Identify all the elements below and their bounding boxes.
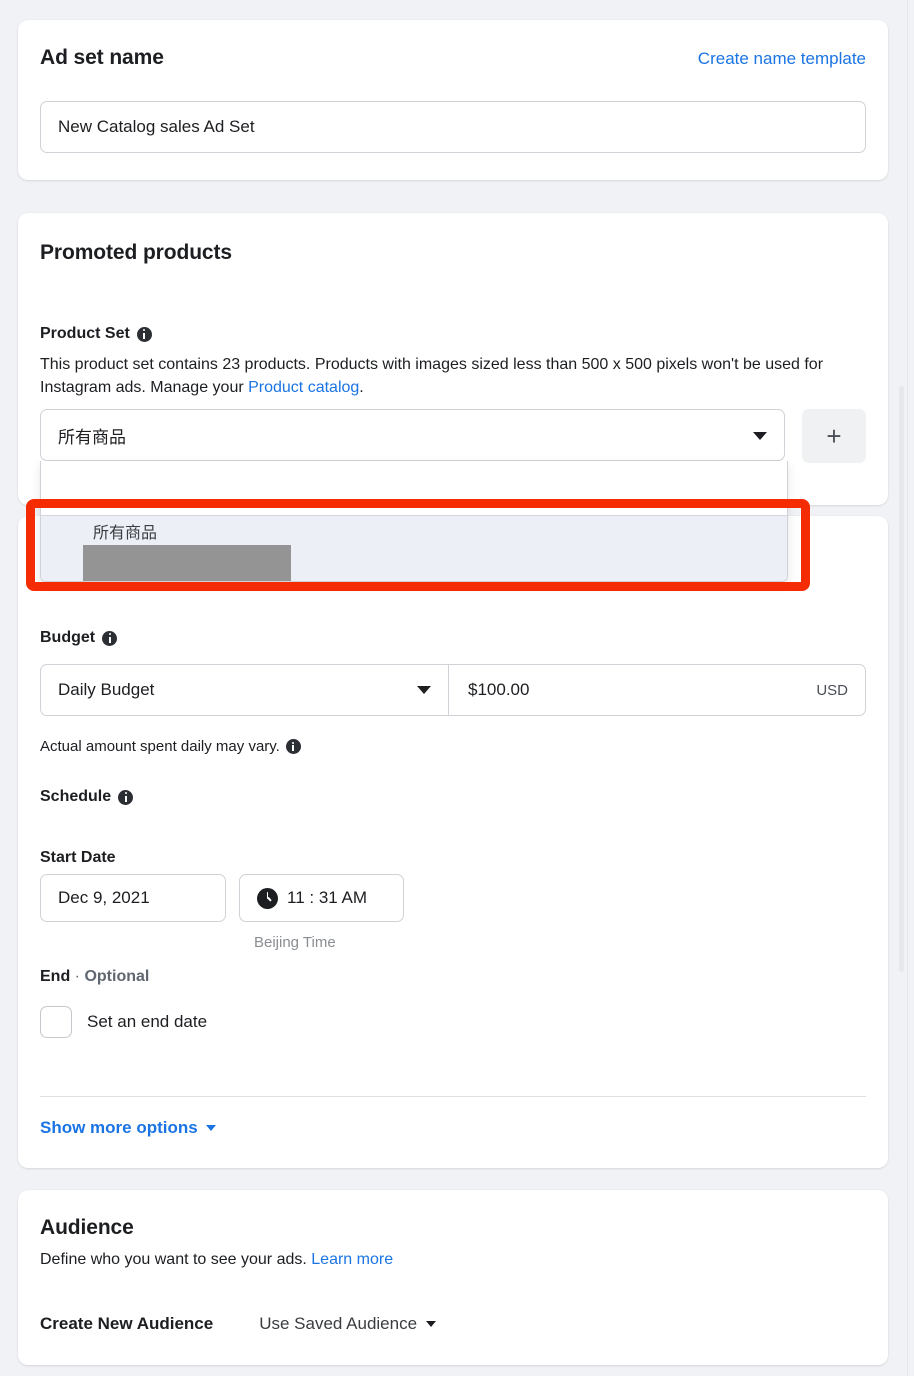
budget-label-row: Budget [40, 629, 117, 647]
audience-card: Audience Define who you want to see your… [18, 1190, 888, 1365]
ad-set-name-header: Ad set name Create name template [40, 46, 866, 70]
end-label-separator: · [75, 968, 80, 985]
product-catalog-link[interactable]: Product catalog [248, 379, 359, 396]
product-set-label-row: Product Set [40, 325, 152, 343]
product-set-description-text-2: . [359, 379, 363, 396]
budget-type-value: Daily Budget [58, 680, 154, 700]
end-optional-label: Optional [84, 968, 149, 985]
create-name-template-link[interactable]: Create name template [698, 49, 866, 69]
page-scrollbar-track[interactable] [907, 0, 914, 1376]
clock-icon [257, 888, 278, 909]
product-set-dropdown-option[interactable]: 所有商品 [41, 515, 787, 581]
start-time-field[interactable]: 11 : 31 AM [239, 874, 404, 922]
product-set-selected-value: 所有商品 [58, 423, 126, 448]
product-set-description: This product set contains 23 products. P… [40, 353, 866, 399]
product-set-dropdown-menu[interactable]: 所有商品 [40, 461, 788, 582]
audience-description-text: Define who you want to see your ads. [40, 1251, 307, 1268]
budget-label: Budget [40, 629, 95, 647]
section-divider [40, 1096, 866, 1097]
set-end-date-checkbox[interactable] [40, 1006, 72, 1038]
ad-set-name-title: Ad set name [40, 46, 164, 70]
dropdown-search-area [41, 461, 787, 515]
promoted-products-title: Promoted products [40, 241, 232, 265]
info-icon[interactable] [286, 739, 301, 754]
chevron-down-icon [206, 1125, 216, 1131]
start-date-row: Dec 9, 2021 11 : 31 AM [40, 874, 404, 922]
product-set-description-text-1: This product set contains 23 products. P… [40, 356, 823, 396]
ad-set-name-input-wrapper [40, 101, 866, 153]
budget-note-row: Actual amount spent daily may vary. [40, 738, 301, 755]
audience-tabs: Create New Audience Use Saved Audience [40, 1314, 436, 1334]
show-more-options-button[interactable]: Show more options [40, 1118, 216, 1138]
schedule-label: Schedule [40, 788, 111, 806]
set-end-date-row[interactable]: Set an end date [40, 1006, 207, 1038]
chevron-down-icon [417, 686, 431, 694]
timezone-label: Beijing Time [254, 934, 336, 951]
chevron-down-icon [426, 1321, 436, 1327]
start-date-field[interactable]: Dec 9, 2021 [40, 874, 226, 922]
budget-schedule-card: Budget Daily Budget USD Actual amount sp… [18, 516, 888, 1168]
inner-scrollbar-thumb[interactable] [899, 386, 904, 972]
ad-set-name-card: Ad set name Create name template [18, 20, 888, 180]
learn-more-link[interactable]: Learn more [311, 1251, 393, 1268]
audience-description: Define who you want to see your ads. Lea… [40, 1248, 393, 1271]
end-date-label-row: End · Optional [40, 968, 149, 986]
budget-amount-wrapper: USD [449, 665, 865, 715]
redacted-content-block [83, 545, 291, 582]
info-icon[interactable] [118, 790, 133, 805]
ad-set-creation-page: Ad set name Create name template Promote… [0, 0, 914, 1376]
budget-currency-label: USD [816, 682, 848, 699]
budget-input-row: Daily Budget USD [40, 664, 866, 716]
start-date-label: Start Date [40, 849, 116, 867]
schedule-label-row: Schedule [40, 788, 133, 806]
audience-title: Audience [40, 1216, 134, 1240]
set-end-date-label: Set an end date [87, 1012, 207, 1032]
tab-use-saved-audience[interactable]: Use Saved Audience [259, 1314, 436, 1334]
product-set-dropdown-option-label: 所有商品 [93, 526, 787, 542]
add-product-set-button[interactable]: + [802, 409, 866, 463]
ad-set-name-input[interactable] [40, 101, 866, 153]
product-set-selector-row: 所有商品 + [40, 409, 866, 463]
tab-create-new-audience[interactable]: Create New Audience [40, 1314, 213, 1334]
tab-use-saved-audience-label: Use Saved Audience [259, 1314, 417, 1334]
product-set-label: Product Set [40, 325, 130, 343]
budget-note-text: Actual amount spent daily may vary. [40, 738, 280, 755]
start-time-value: 11 : 31 AM [287, 888, 367, 908]
info-icon[interactable] [102, 631, 117, 646]
budget-type-select[interactable]: Daily Budget [41, 665, 449, 715]
product-set-select[interactable]: 所有商品 [40, 409, 785, 461]
chevron-down-icon [753, 432, 767, 440]
info-icon[interactable] [137, 327, 152, 342]
start-date-value: Dec 9, 2021 [58, 888, 150, 908]
end-label: End [40, 968, 70, 985]
budget-amount-input[interactable] [466, 679, 626, 701]
show-more-options-label: Show more options [40, 1118, 198, 1138]
